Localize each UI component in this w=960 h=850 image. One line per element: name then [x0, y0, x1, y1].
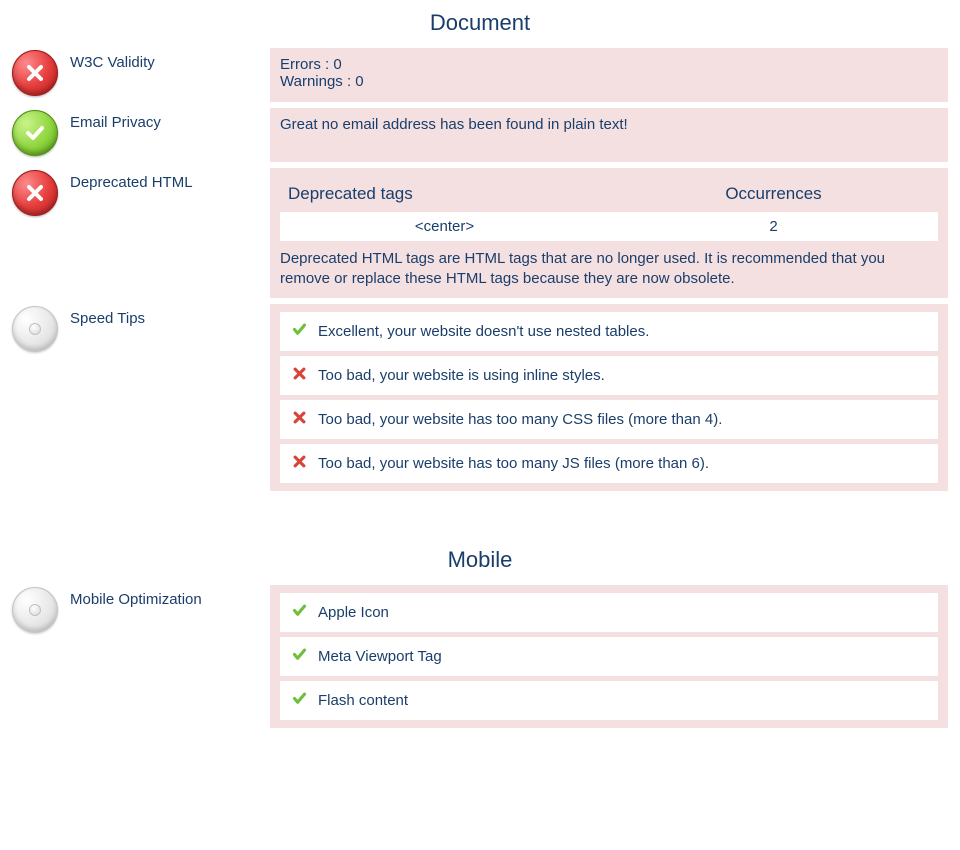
cell-tag: <center> [280, 212, 609, 241]
row-speed-tips: Speed Tips Excellent, your website doesn… [0, 304, 960, 491]
w3c-warnings: Warnings : 0 [280, 73, 938, 90]
label-email-privacy: Email Privacy [70, 108, 270, 131]
row-w3c: W3C Validity Errors : 0 Warnings : 0 [0, 48, 960, 102]
list-item-text: Too bad, your website has too many JS fi… [318, 455, 709, 472]
error-icon [12, 170, 58, 216]
check-icon [292, 647, 318, 666]
list-item: Too bad, your website has too many JS fi… [280, 444, 938, 483]
success-icon [12, 110, 58, 156]
check-icon [292, 603, 318, 622]
list-item: Too bad, your website is using inline st… [280, 356, 938, 395]
w3c-errors: Errors : 0 [280, 56, 938, 73]
deprecated-content: Deprecated tags Occurrences <center>2 De… [270, 168, 948, 298]
list-item-text: Too bad, your website is using inline st… [318, 367, 605, 384]
list-item-text: Excellent, your website doesn't use nest… [318, 323, 649, 340]
row-deprecated: Deprecated HTML Deprecated tags Occurren… [0, 168, 960, 298]
neutral-icon [12, 587, 58, 633]
list-item-text: Flash content [318, 692, 408, 709]
check-icon [292, 691, 318, 710]
neutral-icon [12, 306, 58, 352]
section-title-mobile: Mobile [0, 547, 960, 573]
list-item: Meta Viewport Tag [280, 637, 938, 676]
list-item: Apple Icon [280, 593, 938, 632]
label-w3c: W3C Validity [70, 48, 270, 71]
list-item: Too bad, your website has too many CSS f… [280, 400, 938, 439]
x-icon [292, 366, 318, 385]
section-title-document: Document [0, 10, 960, 36]
row-mobile-optimization: Mobile Optimization Apple Icon Meta Viewp… [0, 585, 960, 728]
label-deprecated: Deprecated HTML [70, 168, 270, 191]
mobile-opt-content: Apple Icon Meta Viewport Tag Flash content [270, 585, 948, 728]
speed-tips-content: Excellent, your website doesn't use nest… [270, 304, 948, 491]
list-item-text: Too bad, your website has too many CSS f… [318, 411, 722, 428]
table-row: <center>2 [280, 212, 938, 241]
deprecated-description: Deprecated HTML tags are HTML tags that … [280, 249, 938, 290]
x-icon [292, 410, 318, 429]
list-item-text: Meta Viewport Tag [318, 648, 442, 665]
check-icon [292, 322, 318, 341]
w3c-content: Errors : 0 Warnings : 0 [270, 48, 948, 102]
col-tags: Deprecated tags [280, 180, 609, 208]
x-icon [292, 454, 318, 473]
label-speed-tips: Speed Tips [70, 304, 270, 327]
list-item: Flash content [280, 681, 938, 720]
col-occurrences: Occurrences [609, 180, 938, 208]
cell-count: 2 [609, 212, 938, 241]
row-email-privacy: Email Privacy Great no email address has… [0, 108, 960, 162]
list-item-text: Apple Icon [318, 604, 389, 621]
list-item: Excellent, your website doesn't use nest… [280, 312, 938, 351]
label-mobile-optimization: Mobile Optimization [70, 585, 270, 608]
error-icon [12, 50, 58, 96]
deprecated-table: Deprecated tags Occurrences <center>2 [280, 176, 938, 245]
email-privacy-content: Great no email address has been found in… [270, 108, 948, 162]
